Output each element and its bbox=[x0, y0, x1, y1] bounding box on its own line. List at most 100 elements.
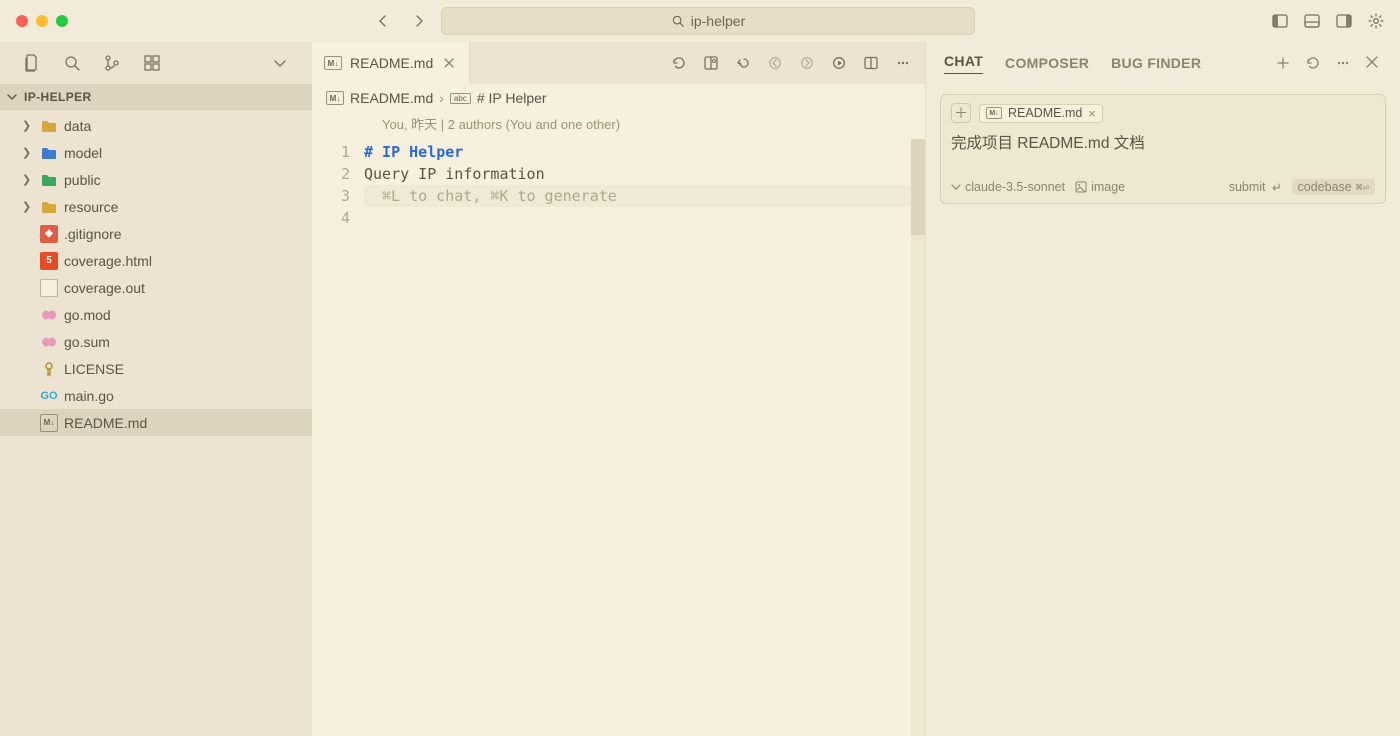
chat-history-icon[interactable] bbox=[1302, 52, 1324, 74]
chevron-down-icon[interactable] bbox=[266, 49, 294, 77]
close-panel-icon[interactable] bbox=[1362, 52, 1382, 74]
remove-chip-icon[interactable]: × bbox=[1088, 106, 1096, 121]
editor-toolbar bbox=[665, 42, 925, 84]
chevron-right-icon: ❯ bbox=[22, 146, 34, 159]
tree-item-label: model bbox=[64, 145, 102, 161]
editor[interactable]: 1234 # IP Helper Query IP information ⌘L… bbox=[312, 139, 925, 736]
symbol-icon: abc bbox=[450, 93, 471, 104]
ai-prev-icon[interactable] bbox=[761, 49, 789, 77]
nav-forward-button[interactable] bbox=[405, 7, 433, 35]
tree-folder-model[interactable]: ❯ model bbox=[0, 139, 312, 166]
add-context-button[interactable]: ＋ bbox=[951, 103, 971, 123]
tree-folder-data[interactable]: ❯ data bbox=[0, 112, 312, 139]
tree-folder-resource[interactable]: ❯ resource bbox=[0, 193, 312, 220]
folder-icon bbox=[40, 144, 58, 162]
chat-prompt-text[interactable]: 完成项目 README.md 文档 bbox=[951, 131, 1375, 153]
model-selector: claude-3.5-sonnet bbox=[965, 180, 1065, 194]
extensions-icon[interactable] bbox=[138, 49, 166, 77]
enter-icon bbox=[1270, 181, 1282, 193]
tree-file-coverage-out[interactable]: coverage.out bbox=[0, 274, 312, 301]
editor-tabs: M↓ README.md bbox=[312, 42, 925, 84]
ai-panel-tabs: CHAT COMPOSER BUG FINDER bbox=[926, 42, 1400, 84]
go-icon: GO bbox=[40, 387, 58, 405]
run-icon[interactable] bbox=[825, 49, 853, 77]
close-tab-icon[interactable] bbox=[441, 55, 457, 71]
codebase-button[interactable]: codebase ⌘⏎ bbox=[1292, 179, 1375, 195]
split-editor-icon[interactable] bbox=[857, 49, 885, 77]
breadcrumb[interactable]: M↓ README.md › abc # IP Helper bbox=[312, 84, 925, 112]
source-control-icon[interactable] bbox=[98, 49, 126, 77]
settings-gear-icon[interactable] bbox=[1362, 7, 1390, 35]
panel-bottom-toggle-icon[interactable] bbox=[1298, 7, 1326, 35]
tree-item-label: README.md bbox=[64, 415, 147, 431]
license-icon bbox=[40, 360, 58, 378]
code-line-1: # IP Helper bbox=[364, 143, 463, 161]
more-icon[interactable] bbox=[889, 49, 917, 77]
fullscreen-window-button[interactable] bbox=[56, 15, 68, 27]
more-icon[interactable] bbox=[1332, 52, 1354, 74]
tree-file-go-sum[interactable]: go.sum bbox=[0, 328, 312, 355]
chevron-down-icon[interactable]: claude-3.5-sonnet bbox=[951, 180, 1065, 194]
history-icon[interactable] bbox=[665, 49, 693, 77]
tree-item-label: data bbox=[64, 118, 91, 134]
minimize-window-button[interactable] bbox=[36, 15, 48, 27]
minimap[interactable] bbox=[911, 139, 925, 736]
tree-file-go-mod[interactable]: go.mod bbox=[0, 301, 312, 328]
file-tree: ❯ data ❯ model ❯ public ❯ resource ◆ bbox=[0, 110, 312, 736]
tree-item-label: public bbox=[64, 172, 101, 188]
tree-item-label: main.go bbox=[64, 388, 114, 404]
file-icon bbox=[40, 279, 58, 297]
tree-folder-public[interactable]: ❯ public bbox=[0, 166, 312, 193]
tab-composer[interactable]: COMPOSER bbox=[1005, 55, 1089, 71]
explorer-icon[interactable] bbox=[18, 49, 46, 77]
codebase-label: codebase bbox=[1298, 180, 1352, 194]
submit-label: submit bbox=[1229, 180, 1266, 194]
new-chat-icon[interactable] bbox=[1272, 52, 1294, 74]
search-sidebar-icon[interactable] bbox=[58, 49, 86, 77]
markdown-icon: M↓ bbox=[986, 107, 1002, 119]
submit-button[interactable]: submit bbox=[1229, 180, 1282, 194]
tree-file-readme[interactable]: M↓ README.md bbox=[0, 409, 312, 436]
ai-rewind-icon[interactable] bbox=[729, 49, 757, 77]
chevron-down-icon bbox=[6, 91, 20, 103]
tree-file-license[interactable]: LICENSE bbox=[0, 355, 312, 382]
project-header[interactable]: IP-HELPER bbox=[0, 84, 312, 110]
authors-lens[interactable]: You, 昨天 | 2 authors (You and one other) bbox=[312, 112, 925, 139]
chevron-right-icon: ❯ bbox=[22, 173, 34, 186]
command-search[interactable]: ip-helper bbox=[441, 7, 975, 35]
minimap-thumb[interactable] bbox=[911, 139, 925, 235]
image-icon bbox=[1075, 181, 1087, 193]
panel-left-toggle-icon[interactable] bbox=[1266, 7, 1294, 35]
chevron-right-icon: › bbox=[439, 90, 444, 106]
ai-next-icon[interactable] bbox=[793, 49, 821, 77]
window-controls bbox=[16, 15, 68, 27]
folder-icon bbox=[40, 198, 58, 216]
chat-input-card: ＋ M↓ README.md × 完成项目 README.md 文档 claud… bbox=[940, 94, 1386, 204]
go-sum-icon bbox=[40, 333, 58, 351]
tab-bug-finder[interactable]: BUG FINDER bbox=[1111, 55, 1201, 71]
close-window-button[interactable] bbox=[16, 15, 28, 27]
editor-group: M↓ README.md M↓ README.md › abc bbox=[312, 42, 925, 736]
tree-file-coverage-html[interactable]: 5 coverage.html bbox=[0, 247, 312, 274]
codebase-kbd: ⌘⏎ bbox=[1356, 181, 1369, 194]
preview-icon[interactable] bbox=[697, 49, 725, 77]
search-text: ip-helper bbox=[691, 13, 745, 29]
ai-panel: CHAT COMPOSER BUG FINDER ＋ M↓ README.md … bbox=[925, 42, 1400, 736]
code-line-3: Query IP information bbox=[364, 163, 925, 185]
markdown-icon: M↓ bbox=[40, 414, 58, 432]
nav-back-button[interactable] bbox=[369, 7, 397, 35]
attach-image-button[interactable]: image bbox=[1075, 180, 1125, 194]
image-label: image bbox=[1091, 180, 1125, 194]
panel-right-toggle-icon[interactable] bbox=[1330, 7, 1358, 35]
folder-icon bbox=[40, 171, 58, 189]
git-icon: ◆ bbox=[40, 225, 58, 243]
context-chip-readme[interactable]: M↓ README.md × bbox=[979, 104, 1103, 123]
tree-file-gitignore[interactable]: ◆ .gitignore bbox=[0, 220, 312, 247]
code-area[interactable]: # IP Helper Query IP information ⌘L to c… bbox=[364, 139, 925, 736]
breadcrumb-symbol: # IP Helper bbox=[477, 90, 547, 106]
editor-tab-readme[interactable]: M↓ README.md bbox=[312, 42, 470, 84]
tab-chat[interactable]: CHAT bbox=[944, 53, 983, 74]
project-name: IP-HELPER bbox=[24, 90, 92, 104]
tree-file-main-go[interactable]: GO main.go bbox=[0, 382, 312, 409]
markdown-icon: M↓ bbox=[324, 56, 342, 70]
